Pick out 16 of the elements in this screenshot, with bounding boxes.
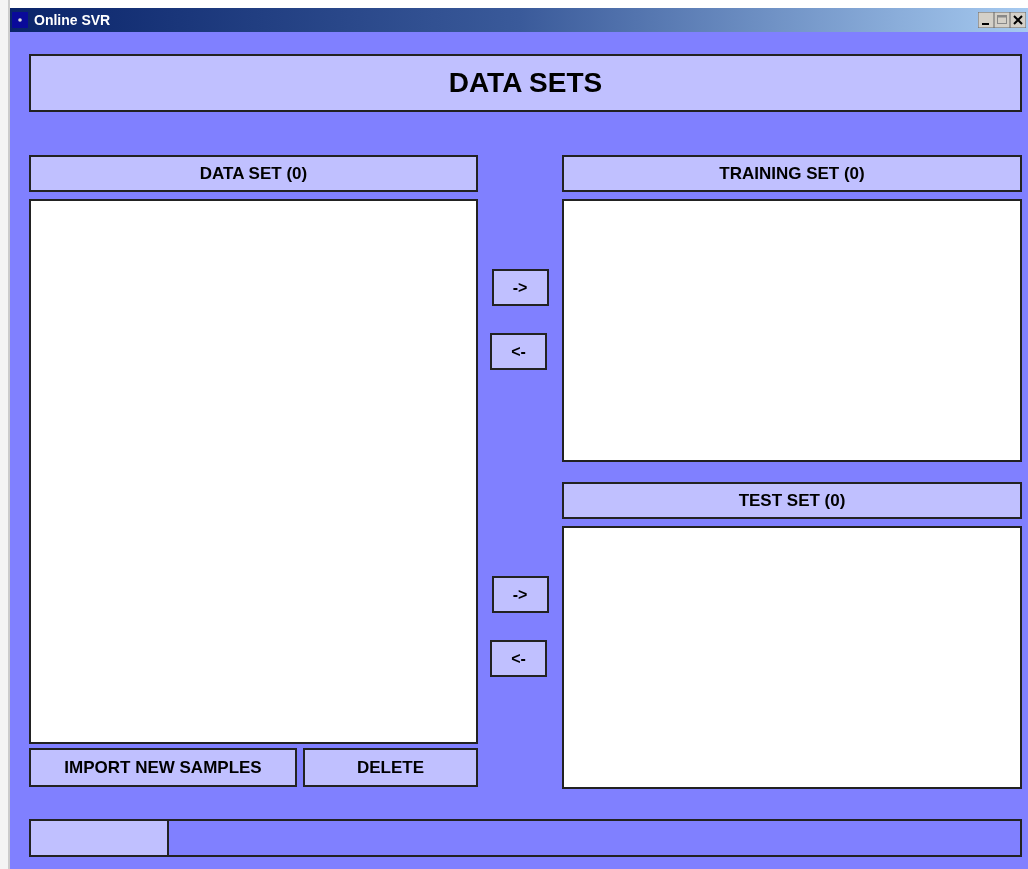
import-button[interactable]: IMPORT NEW SAMPLES (29, 748, 297, 787)
training-set-list[interactable] (562, 199, 1022, 462)
test-set-list[interactable] (562, 526, 1022, 789)
move-to-test-button[interactable]: -> (491, 576, 549, 613)
move-from-test-button[interactable]: <- (490, 640, 547, 677)
move-to-training-button[interactable]: -> (491, 269, 549, 306)
page-header: DATA SETS (29, 54, 1022, 112)
app-icon (12, 12, 28, 28)
test-set-label: TEST SET (0) (562, 482, 1022, 519)
move-from-training-button[interactable]: <- (490, 333, 547, 370)
minimize-icon[interactable] (978, 12, 994, 28)
window-title: Online SVR (34, 12, 112, 28)
delete-button[interactable]: DELETE (303, 748, 478, 787)
close-icon[interactable] (1010, 12, 1026, 28)
data-set-label: DATA SET (0) (29, 155, 478, 192)
training-set-label: TRAINING SET (0) (562, 155, 1022, 192)
